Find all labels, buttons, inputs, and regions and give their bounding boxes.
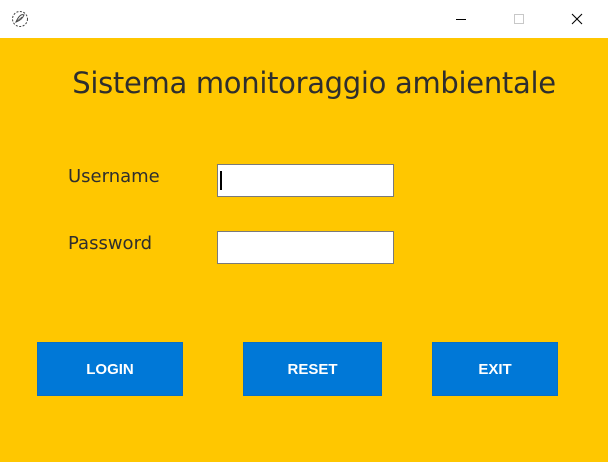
maximize-button[interactable] — [496, 0, 542, 38]
password-input[interactable] — [217, 231, 394, 264]
username-label: Username — [68, 166, 160, 187]
title-bar[interactable] — [0, 0, 608, 38]
text-cursor — [220, 171, 222, 190]
close-button[interactable] — [554, 0, 600, 38]
username-input[interactable] — [217, 164, 394, 197]
password-label: Password — [68, 233, 153, 254]
feather-icon — [10, 9, 30, 29]
minimize-icon — [455, 10, 467, 29]
close-icon — [571, 10, 583, 29]
reset-button[interactable]: RESET — [243, 342, 382, 396]
login-button[interactable]: LOGIN — [37, 342, 183, 396]
page-title: Sistema monitoraggio ambientale — [72, 66, 556, 100]
exit-button[interactable]: EXIT — [432, 342, 558, 396]
app-window: Sistema monitoraggio ambientale Username… — [0, 0, 608, 462]
maximize-icon — [513, 10, 525, 29]
minimize-button[interactable] — [438, 0, 484, 38]
login-panel: Sistema monitoraggio ambientale Username… — [0, 38, 608, 462]
